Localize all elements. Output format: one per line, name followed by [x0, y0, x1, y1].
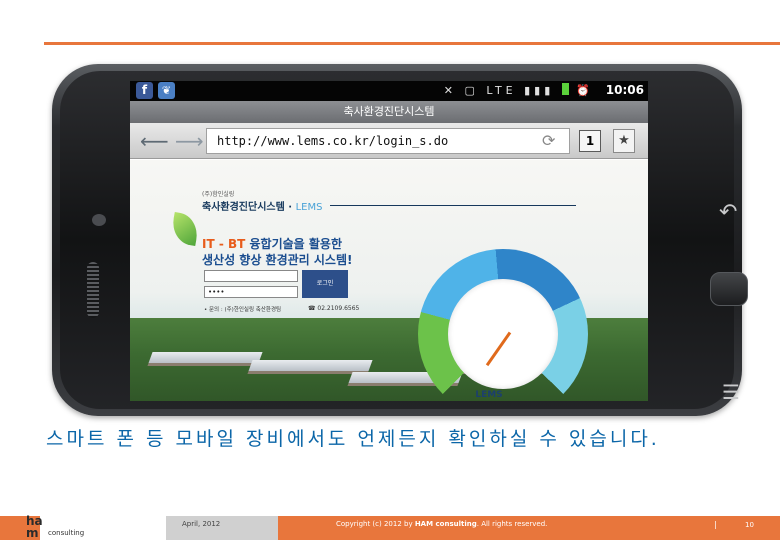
speaker-grille [87, 262, 99, 318]
footer-separator: | [714, 520, 717, 529]
site-brand: 축사환경진단시스템 · LEMS [202, 202, 323, 213]
slide-caption: 스마트 폰 등 모바일 장비에서도 언제든지 확인하실 수 있습니다. [46, 428, 660, 450]
front-camera-icon [92, 214, 106, 226]
bookmark-icon[interactable]: ★ [613, 129, 635, 153]
gauge-label: LEMS [475, 390, 503, 400]
footer-date: April, 2012 [182, 520, 221, 528]
app-notification-icon: ❦ [158, 82, 175, 99]
site-slogan: IT - BT 융합기술을 활용한 생산성 향상 환경관리 시스템! [202, 237, 353, 267]
home-button[interactable] [710, 272, 748, 306]
logo-consulting-text: consulting [48, 529, 85, 537]
top-divider [44, 42, 780, 45]
leaf-logo-icon [169, 211, 201, 247]
footer-copyright: Copyright (c) 2012 by HAM consulting. Al… [336, 520, 548, 528]
tabs-button[interactable]: 1 [579, 130, 601, 152]
hardware-menu-icon[interactable]: ☰ [722, 382, 740, 402]
browser-toolbar: ⟵ ⟶ http://www.lems.co.kr/login_s.do ⟳ 1… [130, 123, 648, 159]
refresh-icon[interactable]: ⟳ [542, 132, 555, 150]
barn-image [147, 352, 263, 366]
gauge-center [448, 279, 558, 389]
url-input[interactable]: http://www.lems.co.kr/login_s.do [206, 128, 570, 154]
status-clock: 10:06 [605, 83, 644, 97]
battery-icon [561, 83, 569, 95]
facebook-icon: f [136, 82, 153, 99]
status-bar: f ❦ ✕ ▢ LTE ▮▮▮ ⏰ 10:06 [130, 81, 648, 101]
back-arrow-icon[interactable]: ⟵ [140, 129, 169, 153]
phone-screen: f ❦ ✕ ▢ LTE ▮▮▮ ⏰ 10:06 축사환경진단시스템 ⟵ ⟶ ht… [130, 81, 648, 401]
company-name: (주)함인실링 [202, 191, 235, 198]
status-icons: ✕ ▢ LTE ▮▮▮ ⏰ [443, 83, 594, 97]
browser-page-title: 축사환경진단시스템 [130, 101, 648, 123]
hardware-back-icon[interactable]: ↶ [719, 202, 737, 224]
slide: ↶ ☰ f ❦ ✕ ▢ LTE ▮▮▮ ⏰ 10:06 축사환경진단시스템 ⟵ … [0, 0, 780, 540]
page-number: 10 [745, 521, 754, 529]
brand-underline [330, 205, 576, 206]
forward-arrow-icon[interactable]: ⟶ [175, 129, 204, 153]
ham-logo-text: m [26, 526, 39, 540]
